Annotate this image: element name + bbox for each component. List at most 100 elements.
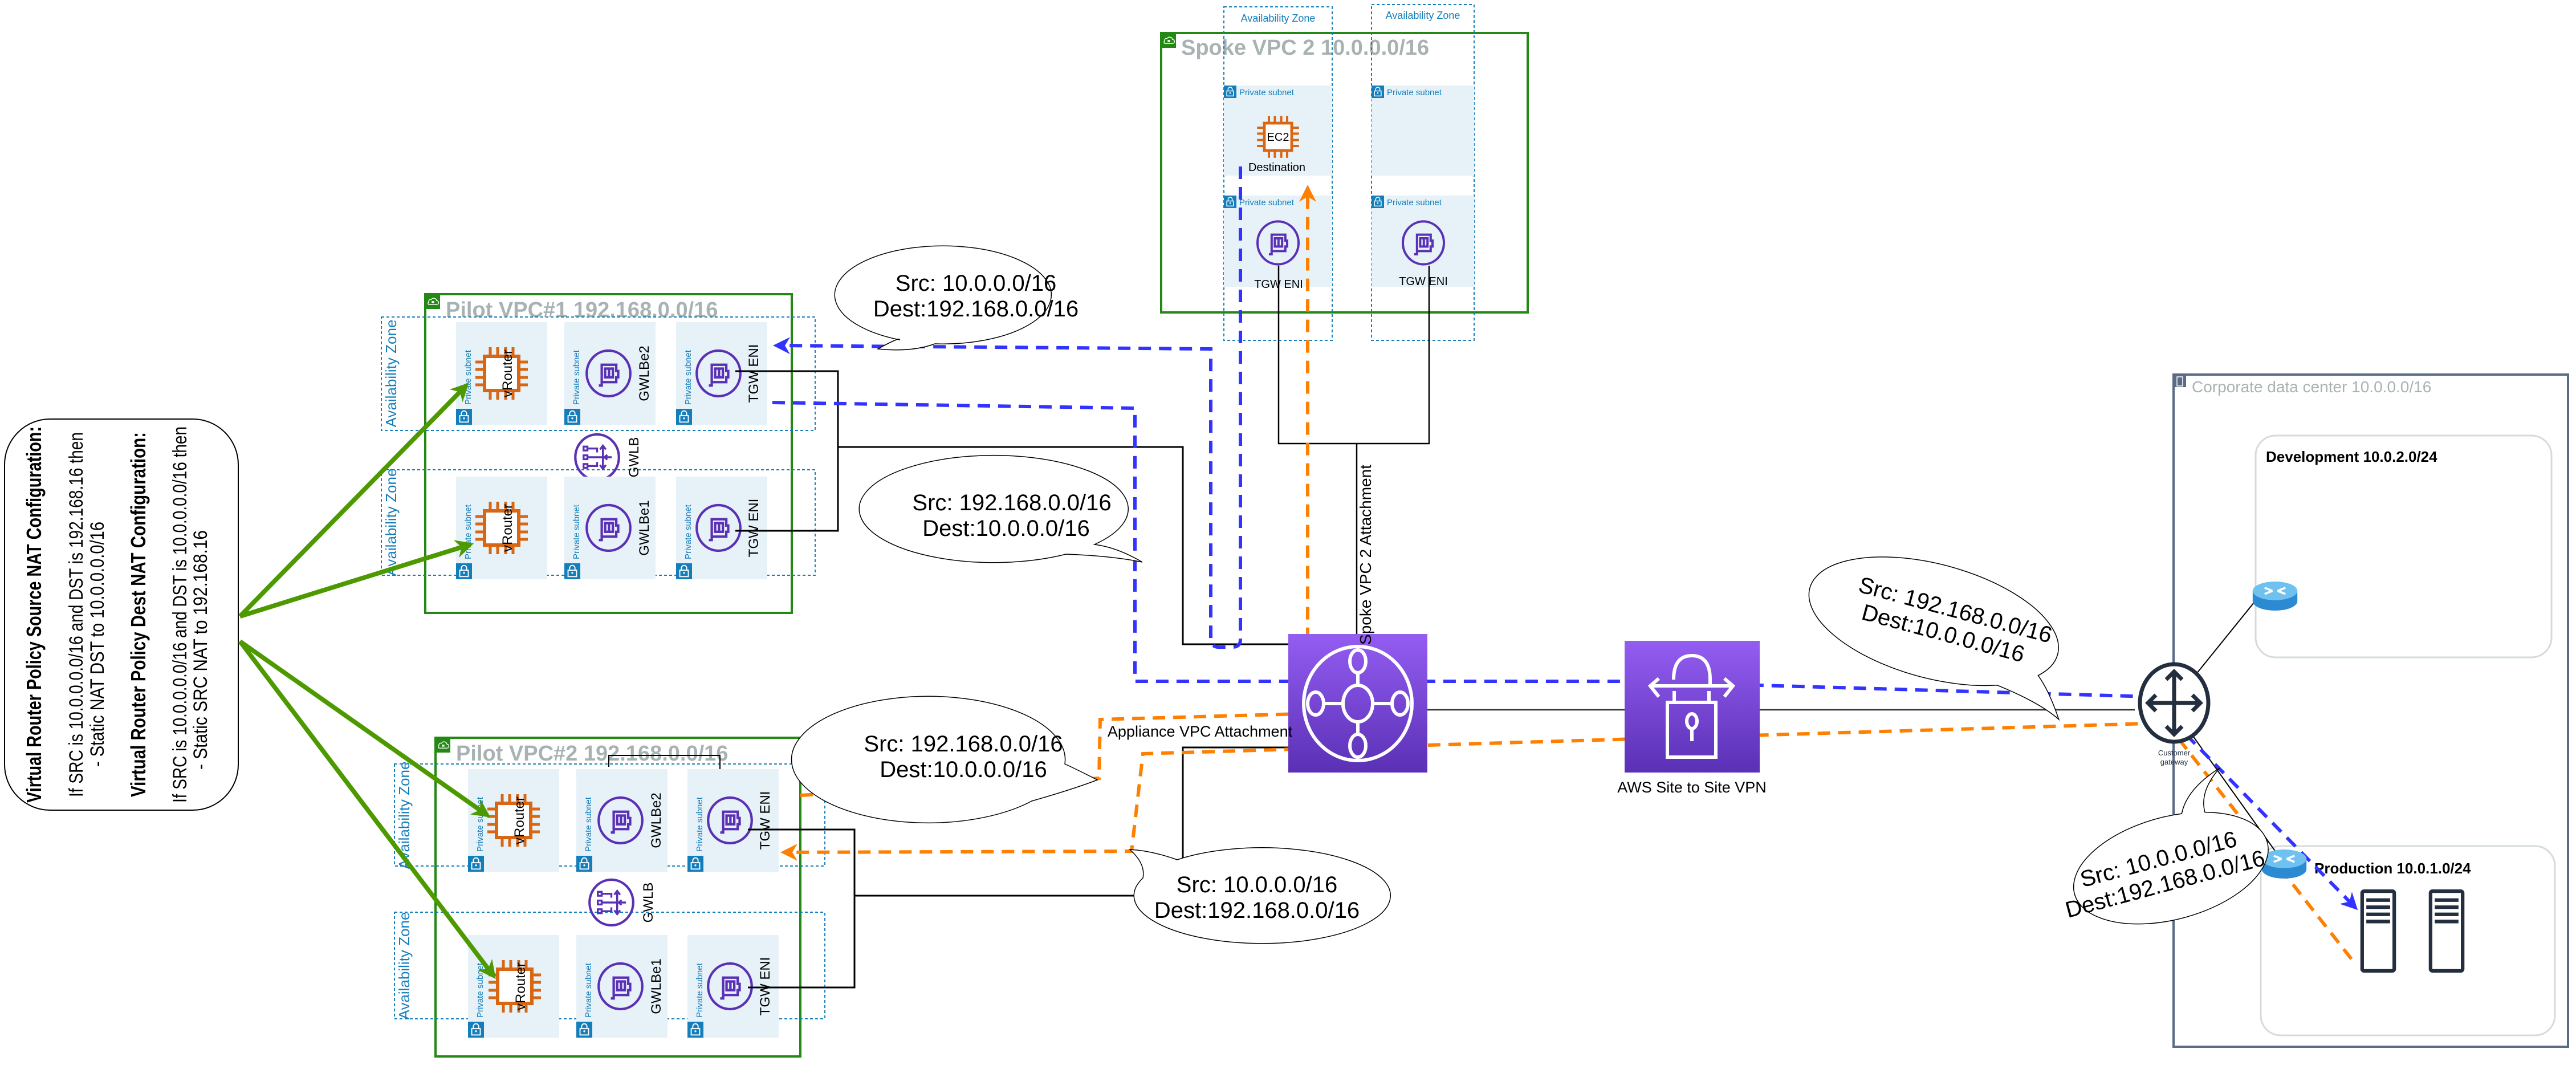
pilot-vpc-1-title: Pilot VPC#1 192.168.0.0/16 bbox=[446, 298, 718, 322]
development-label: Development 10.0.2.0/24 bbox=[2266, 448, 2437, 465]
callout-dest: Dest:192.168.0.0/16 bbox=[873, 296, 1079, 322]
gwlb-icon[interactable] bbox=[575, 434, 619, 480]
site-to-site-vpn[interactable] bbox=[1625, 641, 1760, 773]
private-subnet: Private subnet TGW ENI bbox=[687, 935, 779, 1038]
tgw-eni-label: TGW ENI bbox=[746, 344, 762, 403]
gwlbe2-label: GWLBe2 bbox=[649, 792, 664, 848]
dest-nat-title: Virtual Router Policy Dest NAT Configura… bbox=[127, 432, 150, 797]
lock-icon bbox=[1224, 196, 1236, 208]
gwlbe1-label: GWLBe1 bbox=[637, 500, 652, 555]
callout-dest: Dest:10.0.0.0/16 bbox=[922, 516, 1090, 541]
gwlb-icon[interactable] bbox=[589, 880, 633, 925]
source-nat-rule: If SRC is 10.0.0.0.0/16 and DST is 192.1… bbox=[66, 432, 87, 797]
subnet-label: Private subnet bbox=[572, 349, 581, 405]
server-icon[interactable] bbox=[2362, 891, 2394, 971]
server-icon[interactable] bbox=[2431, 891, 2463, 971]
lock-icon bbox=[687, 1022, 703, 1038]
callout-dest: Dest:192.168.0.0/16 bbox=[1154, 898, 1360, 923]
development-network bbox=[2254, 434, 2553, 658]
callout: Src: 192.168.0.0/16 Dest:10.0.0.0/16 bbox=[858, 454, 1143, 563]
subnet-label: Private subnet bbox=[683, 504, 693, 559]
callout: Src: 10.0.0.0/16 Dest:192.168.0.0/16 bbox=[2063, 767, 2269, 925]
subnet-label: Private subnet bbox=[463, 349, 473, 405]
gwlb-label: GWLB bbox=[641, 883, 656, 923]
corporate-data-center: Corporate data center 10.0.0.0/16 Develo… bbox=[2172, 373, 2569, 1048]
customer-gateway-label: gateway bbox=[2160, 758, 2188, 766]
corporate-title: Corporate data center 10.0.0.0/16 bbox=[2192, 378, 2431, 396]
development-router-icon[interactable] bbox=[2252, 580, 2298, 612]
subnet-label: Private subnet bbox=[1239, 198, 1295, 208]
lock-icon bbox=[576, 1022, 592, 1038]
callout: Src: 192.168.0.0/16 Dest:10.0.0.0/16 bbox=[791, 696, 1098, 824]
private-subnet: Private subnet vRouter bbox=[468, 769, 559, 872]
vrouter-label: vRouter bbox=[513, 962, 528, 1010]
vrouter-label: vRouter bbox=[500, 349, 515, 397]
private-subnet: Private subnet vRouter bbox=[468, 935, 559, 1038]
callout: Src: 10.0.0.0/16 Dest:192.168.0.0/16 bbox=[834, 245, 1079, 351]
private-subnet: Private subnet vRouter bbox=[456, 322, 547, 425]
customer-gateway-label: Customer bbox=[2158, 749, 2191, 757]
source-nat-title: Virtual Router Policy Source NAT Configu… bbox=[22, 426, 46, 803]
az-label: Availability Zone bbox=[1241, 13, 1316, 24]
subnet-label: Private subnet bbox=[1387, 198, 1442, 208]
building-icon bbox=[2174, 375, 2186, 387]
subnet-label: Private subnet bbox=[584, 796, 593, 852]
spoke-vpc-2: Spoke VPC 2 10.0.0.0/16 Availability Zon… bbox=[1160, 4, 1529, 341]
tgw-eni-label: TGW ENI bbox=[758, 791, 773, 850]
subnet-label: Private subnet bbox=[1239, 88, 1295, 97]
tgw-eni-label: TGW ENI bbox=[1399, 275, 1448, 288]
transit-gateway[interactable] bbox=[1288, 634, 1427, 773]
callout-src: Src: 192.168.0.0/16 bbox=[912, 490, 1111, 515]
dest-nat-action: - Static SRC NAT to 192.168.16 bbox=[190, 530, 211, 770]
subnet-label: Private subnet bbox=[475, 796, 485, 852]
private-subnet: Private subnet GWLBe2 bbox=[564, 322, 656, 425]
lock-icon bbox=[676, 563, 692, 579]
private-subnet: Private subnet TGW ENI bbox=[1372, 196, 1474, 288]
subnet-label: Private subnet bbox=[1387, 88, 1442, 97]
appliance-attachment-label: Appliance VPC Attachment bbox=[1108, 723, 1293, 740]
vpn-label: AWS Site to Site VPN bbox=[1617, 779, 1767, 796]
architecture-diagram: Virtual Router Policy Source NAT Configu… bbox=[4, 4, 2569, 1058]
lock-icon bbox=[576, 856, 592, 872]
vpc-cloud-icon bbox=[425, 294, 440, 309]
private-subnet: Private subnet TGW ENI bbox=[676, 322, 767, 425]
az-label: Availability Zone bbox=[1386, 10, 1460, 21]
vpc-cloud-icon bbox=[1161, 33, 1176, 48]
subnet-label: Private subnet bbox=[683, 349, 693, 405]
subnet-label: Private subnet bbox=[695, 962, 705, 1018]
pilot-vpc-2-title: Pilot VPC#2 192.168.0.0/16 bbox=[456, 742, 728, 766]
production-label: Production 10.0.1.0/24 bbox=[2314, 860, 2471, 877]
tgw-eni-label: TGW ENI bbox=[746, 499, 762, 558]
private-subnet: Private subnet TGW ENI bbox=[676, 477, 767, 579]
private-subnet: Private subnet GWLBe2 bbox=[576, 769, 668, 872]
lock-icon bbox=[687, 856, 703, 872]
spoke-vpc-title: Spoke VPC 2 10.0.0.0/16 bbox=[1181, 36, 1429, 60]
private-subnet: Private subnet EC2 Destination bbox=[1224, 86, 1332, 176]
subnet-label: Private subnet bbox=[475, 962, 485, 1018]
spoke-attachment-label: Spoke VPC 2 Attachment bbox=[1357, 465, 1374, 645]
dest-nat-rule: If SRC is 10.0.0.0.0/16 and DST is 10.0.… bbox=[169, 426, 191, 803]
lock-icon bbox=[468, 1022, 484, 1038]
gwlb-label: GWLB bbox=[626, 437, 642, 478]
private-subnet: Private subnet bbox=[1372, 86, 1474, 176]
lock-icon bbox=[1224, 86, 1236, 98]
source-nat-action: - Static NAT DST to 10.0.0.0.0/16 bbox=[87, 522, 108, 767]
subnet-label: Private subnet bbox=[572, 504, 581, 559]
production-router-icon[interactable] bbox=[2261, 848, 2308, 880]
lock-icon bbox=[564, 563, 580, 579]
tgw-eni-label: TGW ENI bbox=[758, 957, 773, 1016]
subnet-label: Private subnet bbox=[584, 962, 593, 1018]
lock-icon bbox=[468, 856, 484, 872]
lock-icon bbox=[676, 409, 692, 425]
private-subnet: Private subnet TGW ENI bbox=[687, 769, 779, 872]
private-subnet: Private subnet vRouter bbox=[456, 477, 547, 579]
customer-gateway[interactable] bbox=[2138, 662, 2211, 744]
az-label: Availability Zone bbox=[382, 469, 400, 576]
callout-src: Src: 10.0.0.0/16 bbox=[896, 271, 1056, 296]
vrouter-label: vRouter bbox=[500, 504, 515, 552]
spoke-attachment-line bbox=[1277, 266, 1430, 634]
lock-icon bbox=[1372, 86, 1384, 98]
lock-icon bbox=[1372, 196, 1384, 208]
nat-pointer-arrow bbox=[238, 640, 496, 979]
vrouter-label: vRouter bbox=[512, 796, 527, 844]
